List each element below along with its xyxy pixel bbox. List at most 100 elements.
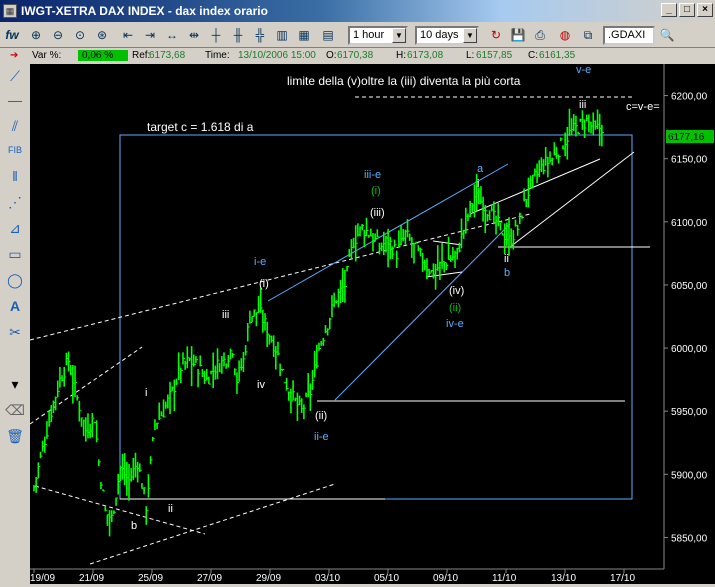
ellipse-icon[interactable]: ◯ [5, 270, 25, 290]
range-select[interactable]: 10 days ▼ [415, 26, 479, 45]
label-ii-left: ii [168, 503, 173, 515]
var-label: Var %: [32, 50, 62, 61]
chart-canvas[interactable]: 5850,00 5900,00 5950,00 6000,00 6050,00 6100,… [29, 64, 715, 584]
histogram-icon[interactable]: ▥ [272, 25, 292, 45]
y-tick-label: 6200,00 [671, 92, 708, 103]
period-select[interactable]: 1 hour ▼ [348, 26, 408, 45]
period-value: 1 hour [353, 29, 385, 41]
open-label: O: [326, 50, 337, 61]
label-ii-right: ii [504, 253, 509, 265]
copy-icon[interactable]: ⧉ [578, 25, 598, 45]
drawing-toolbar: ⟋ — ⫽ FIB ‖ ⋰ ⊿ ▭ ◯ A ✂ ▾ ⌫ 🗑 [0, 64, 30, 584]
minimize-button[interactable]: _ [661, 3, 677, 17]
close-label: C: [528, 50, 538, 61]
move-right-icon[interactable]: ⇥ [140, 25, 160, 45]
annotation-limit: limite della (v)oltre la (iii) diventa l… [287, 74, 521, 88]
x-tick-label: 05/10 [374, 573, 399, 584]
toolbar: fw ⊕ ⊖ ⊙ ⊛ ⇤ ⇥ ↔ ⇹ ┼ ╫ ╬ ▥ ▦ ▤ 1 hour ▼ … [0, 22, 715, 48]
label-i-right: i [477, 178, 479, 190]
text-icon[interactable]: A [5, 296, 25, 316]
fibonacci-icon[interactable]: FIB [5, 140, 25, 160]
close-button[interactable]: × [697, 3, 713, 17]
label-ii-green: (ii) [449, 302, 461, 314]
zoom-in-icon[interactable]: ⊕ [26, 25, 46, 45]
move-left-icon[interactable]: ⇤ [118, 25, 138, 45]
y-tick-label: 5950,00 [671, 407, 708, 418]
open-value: 6170,38 [337, 50, 374, 61]
label-b-right: b [504, 267, 510, 279]
x-tick-label: 11/10 [492, 573, 517, 584]
pointer-icon[interactable]: ✂ [5, 322, 25, 342]
y-tick-label: 5900,00 [671, 470, 708, 481]
price-chart[interactable]: 5850,00 5900,00 5950,00 6000,00 6050,00 6100,… [29, 64, 715, 584]
trendline-icon[interactable]: ⟋ [5, 66, 25, 86]
search-icon[interactable]: 🔍 [657, 25, 677, 45]
vertical-lines-icon[interactable]: ‖ [5, 166, 25, 186]
y-tick-label: 6050,00 [671, 281, 708, 292]
chevron-down-icon[interactable]: ▼ [392, 28, 406, 43]
last-price-label: 6177,16 [668, 132, 705, 143]
label-i-e: i-e [254, 256, 266, 268]
x-tick-label: 25/09 [138, 573, 163, 584]
horizontal-line-icon[interactable]: — [5, 90, 25, 110]
eraser-icon[interactable]: ⌫ [5, 400, 25, 420]
bar-chart-icon[interactable]: ╫ [228, 25, 248, 45]
info-bar: ➔ Var %: 0,06 % Ref: 6173,68 Time: 13/10… [0, 48, 715, 64]
x-tick-label: 13/10 [551, 573, 576, 584]
x-tick-label: 17/10 [610, 573, 635, 584]
compress-icon[interactable]: ⇹ [184, 25, 204, 45]
zoom-out-icon[interactable]: ⊖ [48, 25, 68, 45]
ref-value: 6173,68 [149, 50, 186, 61]
trash-icon[interactable]: 🗑 [5, 426, 25, 446]
x-tick-label: 19/09 [30, 573, 55, 584]
zoom-fit-icon[interactable]: ⊙ [70, 25, 90, 45]
label-i-green: (i) [371, 185, 381, 197]
label-ii-paren: (ii) [315, 410, 327, 422]
line-chart-icon[interactable]: ╬ [250, 25, 270, 45]
refresh-icon[interactable]: ↻ [486, 25, 506, 45]
symbol-input[interactable]: .GDAXI [603, 26, 655, 45]
candle-chart-icon[interactable]: ┼ [206, 25, 226, 45]
range-value: 10 days [420, 29, 459, 41]
label-ii-e: ii-e [314, 431, 329, 443]
fan-icon[interactable]: ⋰ [5, 192, 25, 212]
high-value: 6173,08 [407, 50, 444, 61]
label-i-paren: (i) [259, 278, 269, 290]
x-tick-label: 09/10 [433, 573, 458, 584]
zoom-region-icon[interactable]: ⊛ [92, 25, 112, 45]
channel-icon[interactable]: ⫽ [5, 116, 25, 136]
save-icon[interactable]: 💾 [508, 25, 528, 45]
ref-label: Ref: [132, 50, 151, 61]
label-iv-left: iv [257, 379, 265, 391]
arrow-icon: ➔ [10, 50, 19, 61]
maximize-button[interactable]: □ [679, 3, 695, 17]
x-tick-label: 27/09 [197, 573, 222, 584]
label-b-left: b [131, 520, 137, 532]
x-tick-label: 21/09 [79, 573, 104, 584]
app-icon: ▦ [3, 4, 17, 18]
chart-background [30, 64, 715, 584]
low-value: 6157,85 [476, 50, 513, 61]
indicator-icon[interactable]: ▤ [318, 25, 338, 45]
grid-icon[interactable]: ▦ [294, 25, 314, 45]
y-tick-label: 5850,00 [671, 533, 708, 544]
low-label: L: [466, 50, 475, 61]
y-tick-label: 6000,00 [671, 344, 708, 355]
rectangle-icon[interactable]: ▭ [5, 244, 25, 264]
expand-icon[interactable]: ↔ [162, 25, 182, 45]
label-a: a [477, 163, 484, 175]
time-label: Time: [205, 50, 230, 61]
label-iii-e: iii-e [364, 169, 381, 181]
window-title: IWGT-XETRA DAX INDEX - dax index orario [21, 4, 268, 18]
x-tick-label: 29/09 [256, 573, 281, 584]
gann-icon[interactable]: ⊿ [5, 218, 25, 238]
label-iv-e: iv-e [446, 318, 464, 330]
globe-icon[interactable]: ◍ [555, 25, 575, 45]
fw-logo-icon[interactable]: fw [2, 25, 22, 45]
chevron-down-icon[interactable]: ▼ [463, 28, 477, 43]
color-picker-icon[interactable]: ▾ [5, 374, 25, 394]
title-bar: ▦ IWGT-XETRA DAX INDEX - dax index orari… [0, 0, 715, 22]
print-icon[interactable]: ⎙ [530, 25, 550, 45]
annotation-target: target c = 1.618 di a [147, 120, 254, 134]
time-value: 13/10/2006 15:00 [238, 50, 316, 61]
